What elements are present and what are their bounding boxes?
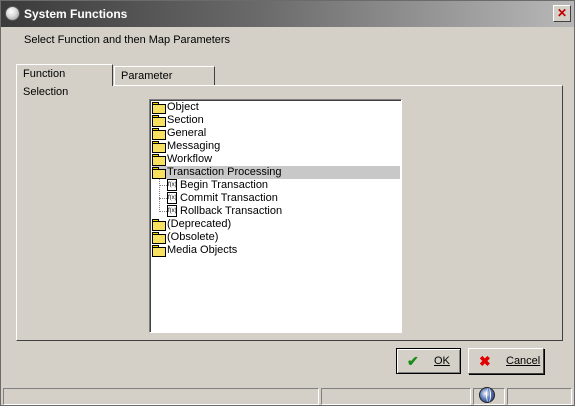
tab-parameter-mapping[interactable]: Parameter Mapping [114, 66, 215, 100]
cross-icon: ✖ [479, 353, 491, 369]
tree-item-label: Section [167, 114, 204, 126]
tree-item-label: General [167, 127, 207, 139]
ok-button-label: OK [434, 355, 450, 367]
folder-icon [152, 102, 166, 114]
checkmark-icon: ✔ [407, 353, 419, 369]
tree-item-messaging[interactable]: Messaging [152, 140, 222, 153]
tree-item-label: Begin Transaction [180, 179, 269, 191]
folder-icon [152, 154, 166, 166]
folder-icon [152, 141, 166, 153]
tree-item-label: (Obsolete) [167, 231, 219, 243]
tree-item-label: Workflow [167, 153, 213, 165]
tree-connector [159, 185, 167, 186]
tree-connector [159, 179, 160, 212]
folder-icon [152, 219, 166, 231]
title-bar[interactable]: System Functions ✕ [1, 1, 574, 27]
close-icon: ✕ [556, 6, 568, 20]
tree-item-commit-transaction[interactable]: f(x) Commit Transaction [167, 192, 280, 205]
tree-item-label: Transaction Processing [167, 166, 282, 178]
status-pane [3, 388, 319, 405]
tab-function-selection[interactable]: Function Selection [16, 64, 113, 98]
globe-icon [479, 387, 495, 403]
tree-item-label: Commit Transaction [180, 192, 278, 204]
cancel-button-label: Cancel [506, 355, 541, 367]
tree-item-general[interactable]: General [152, 127, 208, 140]
tree-item-rollback-transaction[interactable]: f(x) Rollback Transaction [167, 205, 284, 218]
tree-connector [159, 211, 167, 212]
ok-button[interactable]: ✔ OK [396, 348, 461, 374]
folder-icon [152, 245, 166, 257]
instruction-text: Select Function and then Map Parameters [24, 34, 231, 46]
tree-item-label: Object [167, 101, 199, 113]
tree-item-label: Media Objects [167, 244, 238, 256]
function-doc-icon: f(x) [167, 192, 177, 204]
tree-item-media-objects[interactable]: Media Objects [152, 244, 239, 257]
tree-connector [159, 198, 167, 199]
tree-item-deprecated[interactable]: (Deprecated) [152, 218, 233, 231]
tree-item-label: (Deprecated) [167, 218, 232, 230]
tree-item-workflow[interactable]: Workflow [152, 153, 214, 166]
tree-item-transaction-processing[interactable]: Transaction Processing [152, 166, 284, 179]
status-pane [321, 388, 471, 405]
open-folder-icon [152, 167, 166, 179]
cancel-button[interactable]: ✖ Cancel [468, 348, 544, 374]
tree-item-section[interactable]: Section [152, 114, 206, 127]
app-globe-icon [5, 6, 20, 21]
folder-icon [152, 128, 166, 140]
system-functions-window: System Functions ✕ Select Function and t… [0, 0, 575, 406]
tree-item-begin-transaction[interactable]: f(x) Begin Transaction [167, 179, 270, 192]
tree-item-obsolete[interactable]: (Obsolete) [152, 231, 220, 244]
window-title: System Functions [24, 7, 128, 21]
tree-item-object[interactable]: Object [152, 101, 201, 114]
close-button[interactable]: ✕ [553, 5, 571, 22]
tree-item-label: Messaging [167, 140, 221, 152]
folder-icon [152, 232, 166, 244]
status-pane [507, 388, 572, 405]
folder-icon [152, 115, 166, 127]
function-doc-icon: f(x) [167, 205, 177, 217]
tree-item-label: Rollback Transaction [180, 205, 283, 217]
function-doc-icon: f(x) [167, 179, 177, 191]
